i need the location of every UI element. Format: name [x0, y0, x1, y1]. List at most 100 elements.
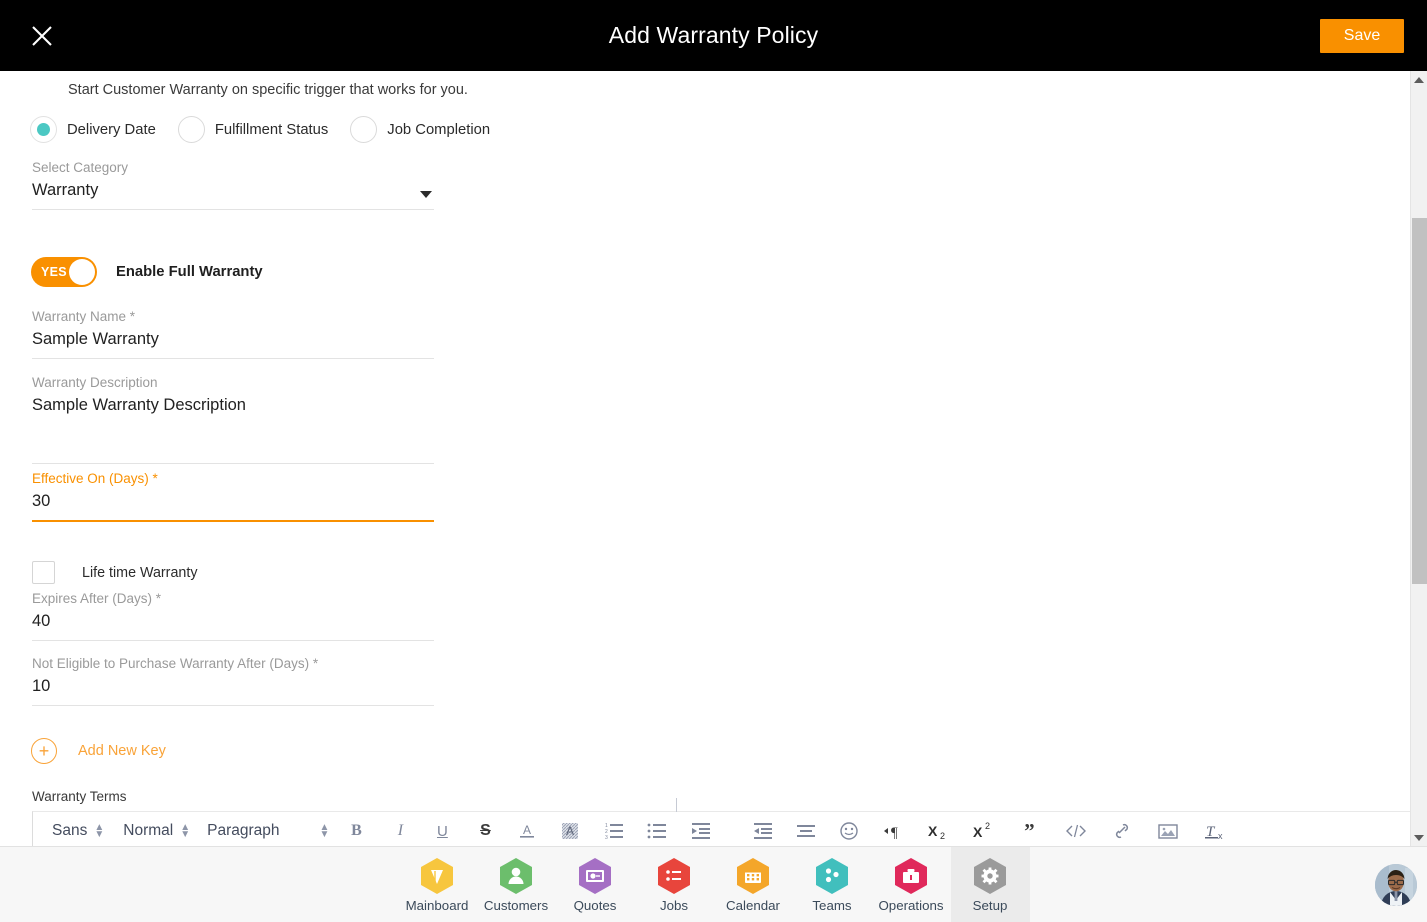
add-new-key-button[interactable]: + Add New Key — [31, 738, 166, 764]
clear-format-icon[interactable]: T x — [1203, 818, 1229, 844]
nav-label: Operations — [878, 898, 944, 913]
ordered-list-icon[interactable]: 1 2 3 — [601, 818, 627, 844]
field-label: Warranty Description — [32, 375, 158, 390]
enable-full-warranty-toggle[interactable]: YES — [31, 257, 97, 287]
enable-full-warranty-label: Enable Full Warranty — [116, 264, 263, 280]
calendar-icon — [736, 857, 770, 895]
image-icon[interactable] — [1155, 818, 1181, 844]
radio-circle-icon — [30, 116, 57, 143]
italic-icon[interactable]: I — [387, 818, 413, 844]
lifetime-warranty-checkbox[interactable] — [32, 561, 55, 584]
outdent-icon[interactable] — [688, 818, 714, 844]
scroll-thumb[interactable] — [1412, 218, 1427, 584]
bold-icon[interactable]: B — [343, 818, 369, 844]
editor-block-format-value: Paragraph — [207, 822, 280, 839]
radio-circle-icon — [177, 116, 205, 143]
text-color-icon[interactable]: A — [514, 818, 540, 844]
text-direction-icon[interactable]: ¶ — [880, 818, 906, 844]
nav-label: Customers — [483, 898, 549, 913]
field-label: Not Eligible to Purchase Warranty After … — [32, 656, 319, 671]
vertical-scrollbar[interactable] — [1410, 71, 1427, 846]
field-underline — [32, 520, 434, 522]
field-underline — [32, 209, 434, 210]
select-category-field[interactable]: Select Category Warranty — [32, 159, 434, 210]
field-value: Sample Warranty — [32, 330, 159, 348]
toggle-knob — [69, 259, 95, 285]
underline-icon[interactable]: U — [429, 818, 455, 844]
plus-glyph: + — [38, 740, 50, 761]
editor-font-size-select[interactable]: Normal ▲ ▼ — [123, 822, 190, 840]
svg-text:X: X — [928, 823, 938, 839]
jobs-icon — [657, 857, 691, 895]
nav-item-jobs[interactable]: Jobs — [635, 847, 714, 922]
field-label: Warranty Name * — [32, 309, 136, 324]
modal-header: Add Warranty Policy Save — [0, 0, 1427, 71]
radio-fulfillment-status[interactable]: Fulfillment Status — [177, 116, 328, 143]
blockquote-icon[interactable]: ” — [1016, 818, 1042, 844]
field-value: Warranty — [32, 181, 99, 199]
user-avatar[interactable] — [1375, 864, 1417, 906]
warranty-description-field[interactable]: Warranty Description Sample Warranty Des… — [32, 374, 434, 464]
warranty-terms-editor: Sans ▲▼ Normal ▲▼ Paragraph ▲▼ B I U — [32, 798, 1410, 846]
bottom-navigation: Mainboard Customers Quotes Jobs Calendar… — [0, 846, 1427, 922]
field-label: Effective On (Days) * — [32, 471, 158, 486]
radio-job-completion[interactable]: Job Completion — [350, 116, 490, 143]
scroll-up-arrow[interactable] — [1411, 71, 1427, 88]
field-underline — [32, 358, 434, 359]
radio-delivery-date[interactable]: Delivery Date — [30, 116, 156, 143]
nav-items: Mainboard Customers Quotes Jobs Calendar… — [0, 847, 1427, 922]
strikethrough-icon[interactable]: S — [472, 818, 498, 844]
editor-font-family-select[interactable]: Sans ▲ ▼ — [52, 822, 104, 840]
effective-on-field[interactable]: Effective On (Days) * 30 — [32, 470, 434, 522]
field-label: Select Category — [32, 160, 129, 175]
app-root: Add Warranty Policy Save Start Customer … — [0, 0, 1427, 922]
warranty-name-field[interactable]: Warranty Name * Sample Warranty — [32, 308, 434, 359]
emoji-icon[interactable] — [836, 818, 862, 844]
trigger-radio-group: Delivery Date Fulfillment Status Job Com… — [30, 116, 512, 143]
nav-item-operations[interactable]: Operations — [872, 847, 951, 922]
nav-item-calendar[interactable]: Calendar — [714, 847, 793, 922]
nav-item-mainboard[interactable]: Mainboard — [398, 847, 477, 922]
editor-block-format-select[interactable]: Paragraph ▲ ▼ — [207, 822, 329, 840]
nav-item-teams[interactable]: Teams — [793, 847, 872, 922]
expires-after-field[interactable]: Expires After (Days) * 40 — [32, 590, 434, 641]
editor-font-family-value: Sans — [52, 822, 88, 839]
field-value: 10 — [32, 677, 51, 695]
svg-text:A: A — [566, 824, 574, 838]
background-color-icon[interactable]: A — [557, 818, 583, 844]
field-underline — [32, 705, 434, 706]
add-new-key-label: Add New Key — [78, 743, 166, 759]
form-scroll-area: Start Customer Warranty on specific trig… — [0, 71, 1410, 846]
align-icon[interactable] — [793, 818, 819, 844]
nav-item-setup[interactable]: Setup — [950, 847, 1030, 922]
nav-item-quotes[interactable]: Quotes — [556, 847, 635, 922]
customers-icon — [499, 857, 533, 895]
save-button[interactable]: Save — [1320, 19, 1404, 53]
svg-text:2: 2 — [985, 821, 990, 831]
code-block-icon[interactable] — [1063, 818, 1089, 844]
radio-dot-icon — [37, 123, 50, 136]
scroll-down-arrow[interactable] — [1411, 829, 1427, 846]
svg-text:x: x — [1218, 831, 1223, 841]
nav-label: Quotes — [573, 898, 617, 913]
superscript-icon[interactable]: X2 — [971, 818, 997, 844]
svg-text:3: 3 — [605, 835, 608, 841]
radio-label: Job Completion — [387, 121, 491, 138]
helper-text: Start Customer Warranty on specific trig… — [68, 82, 468, 98]
toggle-state-label: YES — [41, 265, 67, 279]
field-value: 40 — [32, 612, 51, 630]
operations-icon — [894, 857, 928, 895]
editor-toolbar: Sans ▲▼ Normal ▲▼ Paragraph ▲▼ B I U — [33, 812, 1410, 846]
not-eligible-after-field[interactable]: Not Eligible to Purchase Warranty After … — [32, 655, 434, 706]
svg-text:2: 2 — [940, 831, 945, 841]
field-underline — [32, 463, 434, 464]
lifetime-warranty-row[interactable]: Life time Warranty — [32, 561, 197, 584]
subscript-icon[interactable]: X2 — [926, 818, 952, 844]
link-icon[interactable] — [1109, 818, 1135, 844]
nav-item-customers[interactable]: Customers — [477, 847, 556, 922]
chevron-down-icon[interactable] — [420, 191, 432, 198]
indent-icon[interactable] — [750, 818, 776, 844]
bullet-list-icon[interactable] — [644, 818, 670, 844]
quotes-icon — [578, 857, 612, 895]
stepper-icon: ▲ ▼ — [319, 822, 330, 840]
